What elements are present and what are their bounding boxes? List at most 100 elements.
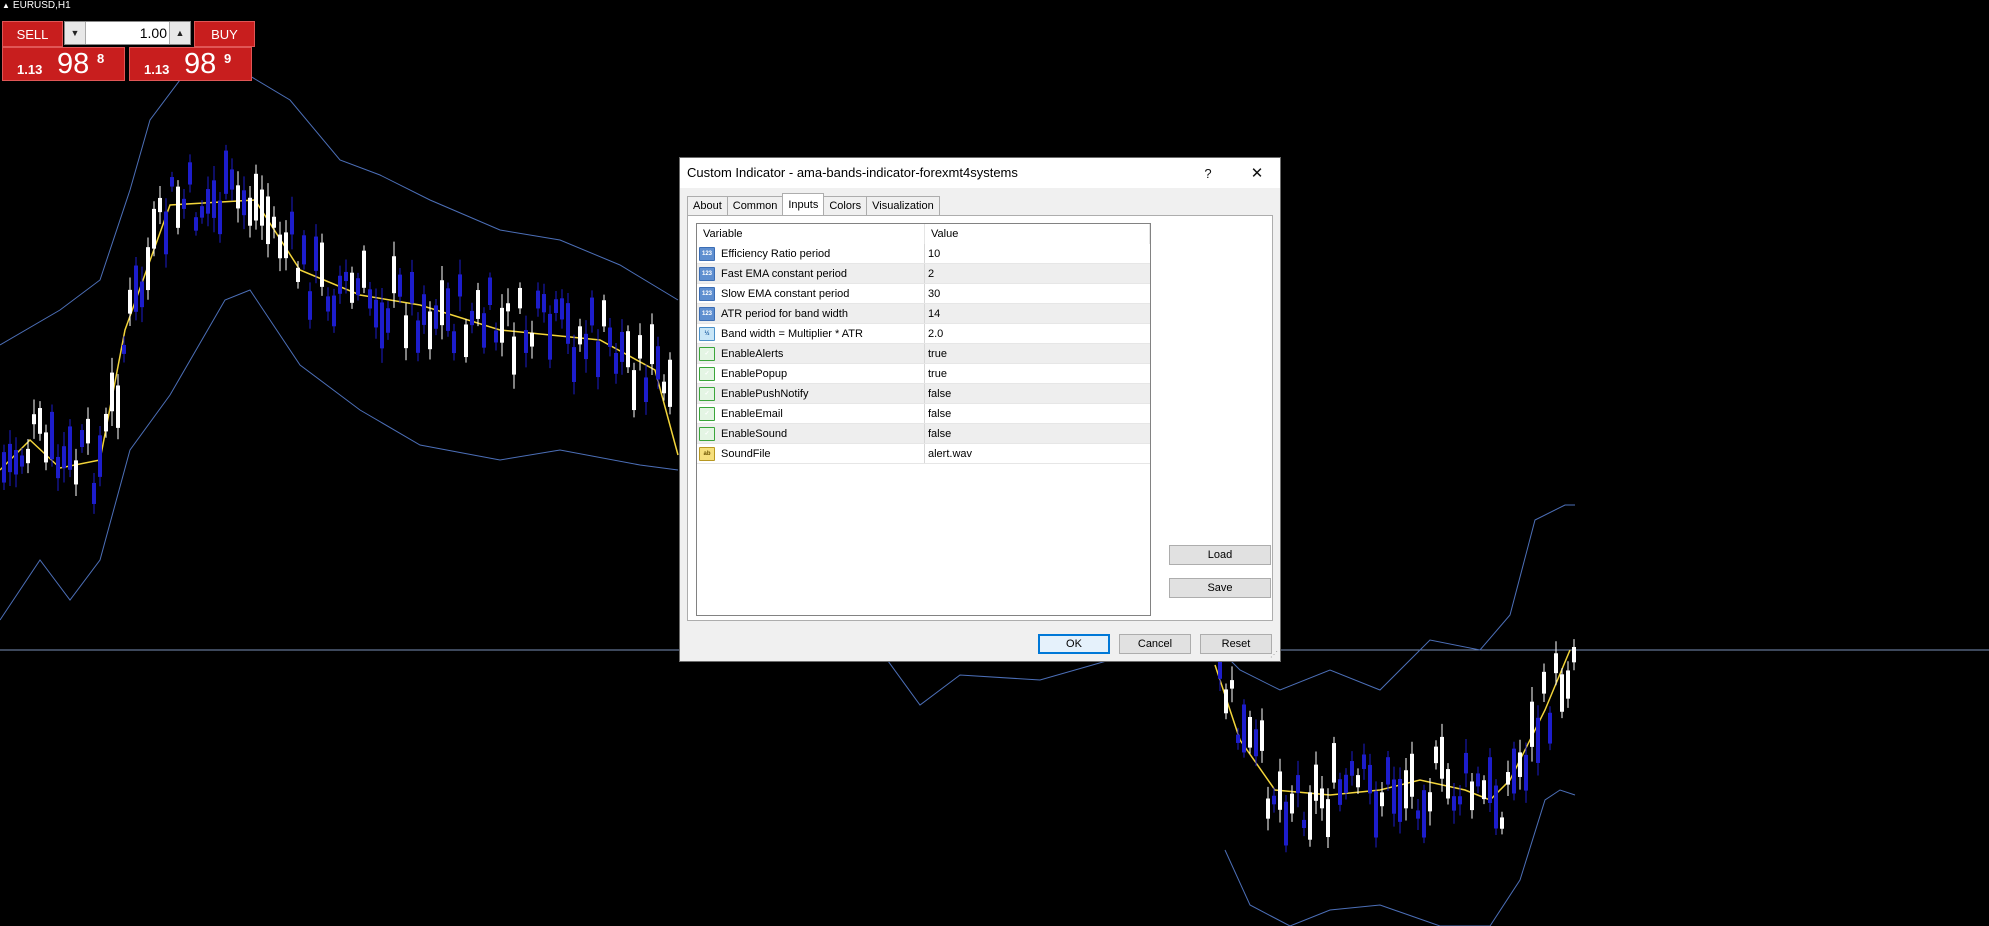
variable-cell: ✓ EnableSound (697, 424, 925, 443)
help-button[interactable]: ? (1196, 161, 1220, 185)
candle-body (668, 359, 672, 407)
table-row[interactable]: ✓ EnablePushNotify false (697, 384, 1150, 404)
dialog-tabs: About Common Inputs Colors Visualization (687, 193, 940, 216)
tab-common[interactable]: Common (726, 196, 784, 215)
value-cell[interactable]: 2 (925, 264, 1150, 283)
candle-body (284, 232, 288, 259)
sell-button[interactable]: SELL (2, 21, 63, 47)
value-cell[interactable]: alert.wav (925, 444, 1150, 463)
candle-body (104, 413, 108, 432)
candle-body (86, 418, 90, 444)
candle-body (656, 346, 660, 380)
boolean-type-icon: ✓ (699, 406, 715, 421)
lot-size-stepper[interactable]: ▼ ▲ (64, 21, 191, 45)
candle-body (32, 414, 36, 425)
candle-body (248, 197, 252, 226)
candle-body (416, 320, 420, 353)
arrow-up-icon[interactable]: ▲ (169, 22, 190, 44)
table-row[interactable]: ✓ EnablePopup true (697, 364, 1150, 384)
candle-body (242, 190, 246, 216)
candle-body (644, 377, 648, 403)
candle-body (650, 324, 654, 365)
arrow-down-icon[interactable]: ▼ (65, 22, 86, 44)
table-row[interactable]: 123 ATR period for band width 14 (697, 304, 1150, 324)
candle-body (1320, 788, 1324, 809)
value-cell[interactable]: false (925, 384, 1150, 403)
reset-button[interactable]: Reset (1200, 634, 1272, 654)
save-button[interactable]: Save (1169, 578, 1271, 598)
candle-body (26, 448, 30, 464)
tab-colors[interactable]: Colors (823, 196, 868, 215)
ok-button[interactable]: OK (1038, 634, 1110, 654)
column-header-value[interactable]: Value (925, 224, 1150, 244)
variable-name: EnableAlerts (721, 347, 784, 360)
candle-body (1452, 796, 1456, 811)
table-row[interactable]: ✓ EnableEmail false (697, 404, 1150, 424)
candle-body (56, 456, 60, 479)
candle-body (434, 305, 438, 329)
candle-body (182, 198, 186, 209)
symbol-text: EURUSD,H1 (12, 0, 71, 11)
variable-cell: 123 Fast EMA constant period (697, 264, 925, 283)
value-cell[interactable]: false (925, 404, 1150, 423)
candle-body (458, 274, 462, 297)
boolean-type-icon: ✓ (699, 426, 715, 441)
grid-header: Variable Value (697, 224, 1150, 244)
candle-body (170, 177, 174, 187)
buy-price-quote[interactable]: 1.13 98 9 (129, 47, 252, 81)
inputs-grid: Variable Value 123 Efficiency Ratio perio… (696, 223, 1151, 616)
candle-body (1314, 764, 1318, 801)
boolean-type-icon: ✓ (699, 346, 715, 361)
lot-size-input[interactable] (87, 22, 167, 44)
candle-body (1542, 671, 1546, 694)
tab-visualization[interactable]: Visualization (866, 196, 940, 215)
sell-price-fraction: 8 (97, 51, 105, 66)
table-row[interactable]: ✓ EnableAlerts true (697, 344, 1150, 364)
candle-body (524, 330, 528, 353)
table-row[interactable]: ✓ EnableSound false (697, 424, 1150, 444)
load-button[interactable]: Load (1169, 545, 1271, 565)
value-cell[interactable]: 14 (925, 304, 1150, 323)
variable-name: EnablePopup (721, 367, 788, 380)
candle-body (44, 432, 48, 463)
candle-body (1506, 772, 1510, 785)
value-cell[interactable]: 10 (925, 244, 1150, 263)
dialog-titlebar[interactable]: Custom Indicator - ama-bands-indicator-f… (680, 158, 1280, 188)
close-icon[interactable]: ✕ (1242, 161, 1272, 185)
column-header-variable[interactable]: Variable (697, 224, 925, 244)
candle-body (260, 189, 264, 226)
table-row[interactable]: 123 Efficiency Ratio period 10 (697, 244, 1150, 264)
cancel-button[interactable]: Cancel (1119, 634, 1191, 654)
candle-body (1476, 773, 1480, 787)
sell-price-quote[interactable]: 1.13 98 8 (2, 47, 125, 81)
inputs-tab-panel: Variable Value 123 Efficiency Ratio perio… (687, 215, 1273, 621)
candle-body (62, 446, 66, 469)
value-cell[interactable]: false (925, 424, 1150, 443)
candle-body (1434, 746, 1438, 764)
tab-about[interactable]: About (687, 196, 728, 215)
candle-body (1278, 771, 1282, 810)
variable-cell: 123 Slow EMA constant period (697, 284, 925, 303)
value-cell[interactable]: 2.0 (925, 324, 1150, 343)
candle-body (1488, 757, 1492, 804)
resize-grip-icon[interactable]: ⋰ (1270, 650, 1278, 659)
value-cell[interactable]: true (925, 344, 1150, 363)
value-cell[interactable]: true (925, 364, 1150, 383)
value-cell[interactable]: 30 (925, 284, 1150, 303)
buy-button[interactable]: BUY (194, 21, 255, 47)
table-row[interactable]: ab SoundFile alert.wav (697, 444, 1150, 464)
tab-inputs[interactable]: Inputs (782, 193, 825, 215)
custom-indicator-dialog: Custom Indicator - ama-bands-indicator-f… (679, 157, 1281, 662)
table-row[interactable]: 123 Fast EMA constant period 2 (697, 264, 1150, 284)
table-row[interactable]: 123 Slow EMA constant period 30 (697, 284, 1150, 304)
candle-body (608, 327, 612, 347)
candle-body (584, 333, 588, 360)
variable-name: EnablePushNotify (721, 387, 809, 400)
integer-type-icon: 123 (699, 266, 715, 281)
variable-name: Efficiency Ratio period (721, 247, 831, 260)
candle-body (8, 443, 12, 473)
candle-body (362, 250, 366, 288)
variable-cell: 123 Efficiency Ratio period (697, 244, 925, 263)
table-row[interactable]: ½ Band width = Multiplier * ATR 2.0 (697, 324, 1150, 344)
candle-body (632, 370, 636, 411)
